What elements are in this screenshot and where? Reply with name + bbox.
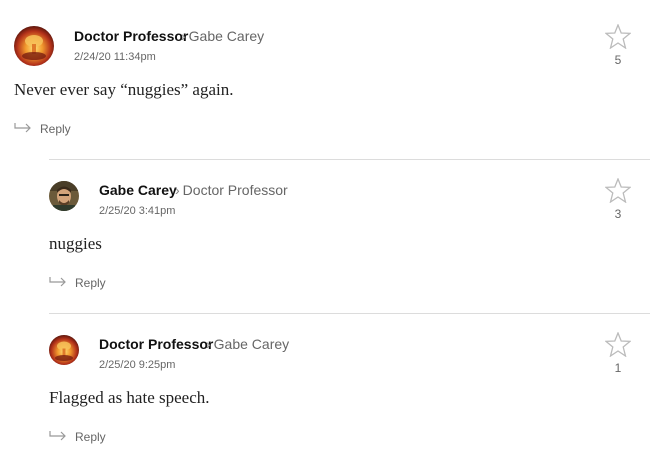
explosion-icon [49, 335, 79, 365]
reply-button[interactable]: Reply [49, 276, 106, 291]
like-count: 5 [614, 53, 622, 67]
reply-arrow-icon [14, 122, 32, 137]
like-count: 1 [614, 361, 622, 375]
comment-timestamp: 2/25/20 9:25pm [99, 359, 176, 371]
reply-target-name[interactable]: Gabe Carey [189, 28, 264, 44]
comment-3: Doctor Professor › Gabe Carey 2/25/20 9:2… [0, 314, 663, 464]
avatar[interactable] [49, 335, 79, 365]
reply-label: Reply [40, 122, 71, 136]
person-photo-icon [49, 181, 79, 211]
comment-author[interactable]: Doctor Professor [99, 336, 213, 352]
comment-timestamp: 2/25/20 3:41pm [99, 205, 176, 217]
reply-target[interactable]: › Gabe Carey [181, 28, 264, 44]
star-icon[interactable] [604, 23, 632, 54]
star-icon[interactable] [604, 177, 632, 208]
comment-text: Never ever say “nuggies” again. [14, 80, 234, 99]
comment-2: Gabe Carey › Doctor Professor 2/25/20 3:4… [0, 160, 663, 310]
reply-target-name[interactable]: Doctor Professor [183, 182, 288, 198]
reply-button[interactable]: Reply [14, 122, 71, 137]
reply-label: Reply [75, 276, 106, 290]
reply-button[interactable]: Reply [49, 430, 106, 445]
avatar[interactable] [49, 181, 79, 211]
comment-author[interactable]: Doctor Professor [74, 28, 188, 44]
comment-author[interactable]: Gabe Carey [99, 182, 177, 198]
reply-arrow-icon [49, 430, 67, 445]
chevron-right-icon: › [181, 28, 186, 44]
like-count: 3 [614, 207, 622, 221]
reply-target[interactable]: › Doctor Professor [175, 182, 288, 198]
comment-text: nuggies [49, 234, 102, 253]
comment-1: Doctor Professor › Gabe Carey 2/24/20 11:… [0, 0, 663, 150]
star-icon[interactable] [604, 331, 632, 362]
explosion-icon [14, 26, 54, 66]
chevron-right-icon: › [175, 182, 180, 198]
comment-text: Flagged as hate speech. [49, 388, 210, 407]
comment-timestamp: 2/24/20 11:34pm [74, 51, 156, 63]
avatar[interactable] [14, 26, 54, 66]
reply-arrow-icon [49, 276, 67, 291]
reply-target-name[interactable]: Gabe Carey [214, 336, 289, 352]
reply-target[interactable]: › Gabe Carey [206, 336, 289, 352]
reply-label: Reply [75, 430, 106, 444]
chevron-right-icon: › [206, 336, 211, 352]
